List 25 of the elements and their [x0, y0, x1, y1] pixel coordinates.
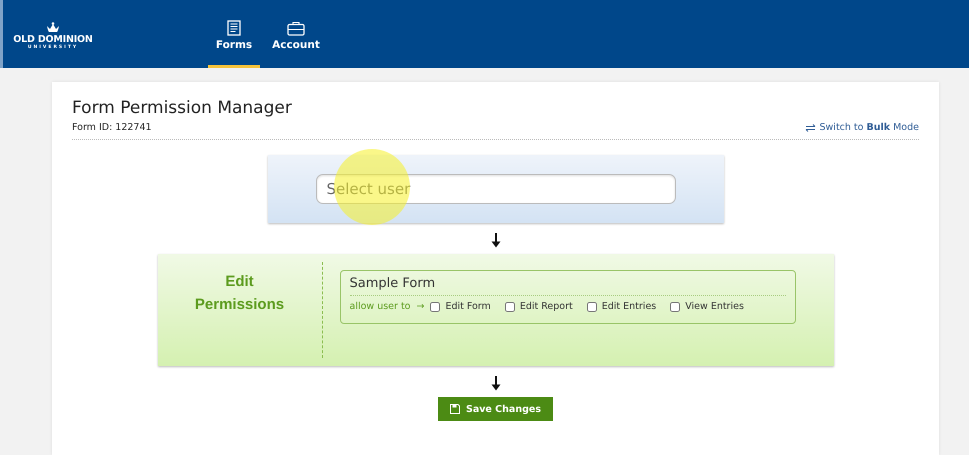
checkbox[interactable]	[670, 302, 680, 312]
permission-label: Edit Entries	[602, 301, 656, 312]
nav-tab[interactable]: Account	[270, 0, 322, 68]
page-title: Form Permission Manager	[72, 98, 293, 118]
checkbox[interactable]	[504, 302, 515, 312]
save-button[interactable]: Save Changes	[438, 397, 553, 421]
permission-label: Edit Report	[520, 301, 573, 312]
logo-name: OLD DOMINION	[13, 34, 93, 45]
form-name: Sample Form	[350, 276, 786, 296]
permission-label: View Entries	[685, 301, 744, 312]
allow-prompt: allow user to	[350, 301, 410, 312]
down-arrow-icon	[490, 233, 500, 248]
swap-arrows-icon	[804, 124, 816, 132]
document-icon	[227, 20, 241, 36]
crown-icon	[45, 22, 61, 34]
permission-label: Edit Form	[445, 301, 491, 312]
checkbox[interactable]	[430, 302, 440, 312]
bulk-mode-link[interactable]: Switch to Bulk Mode	[820, 122, 919, 133]
arrow-symbol: →	[416, 301, 424, 312]
down-arrow-icon	[490, 376, 500, 391]
checkbox[interactable]	[586, 302, 597, 312]
briefcase-icon	[287, 20, 305, 36]
nav-tab[interactable]: Forms	[208, 0, 260, 68]
form-id: Form ID: 122741	[72, 122, 152, 133]
permissions-heading: Edit Permissions	[194, 272, 286, 315]
